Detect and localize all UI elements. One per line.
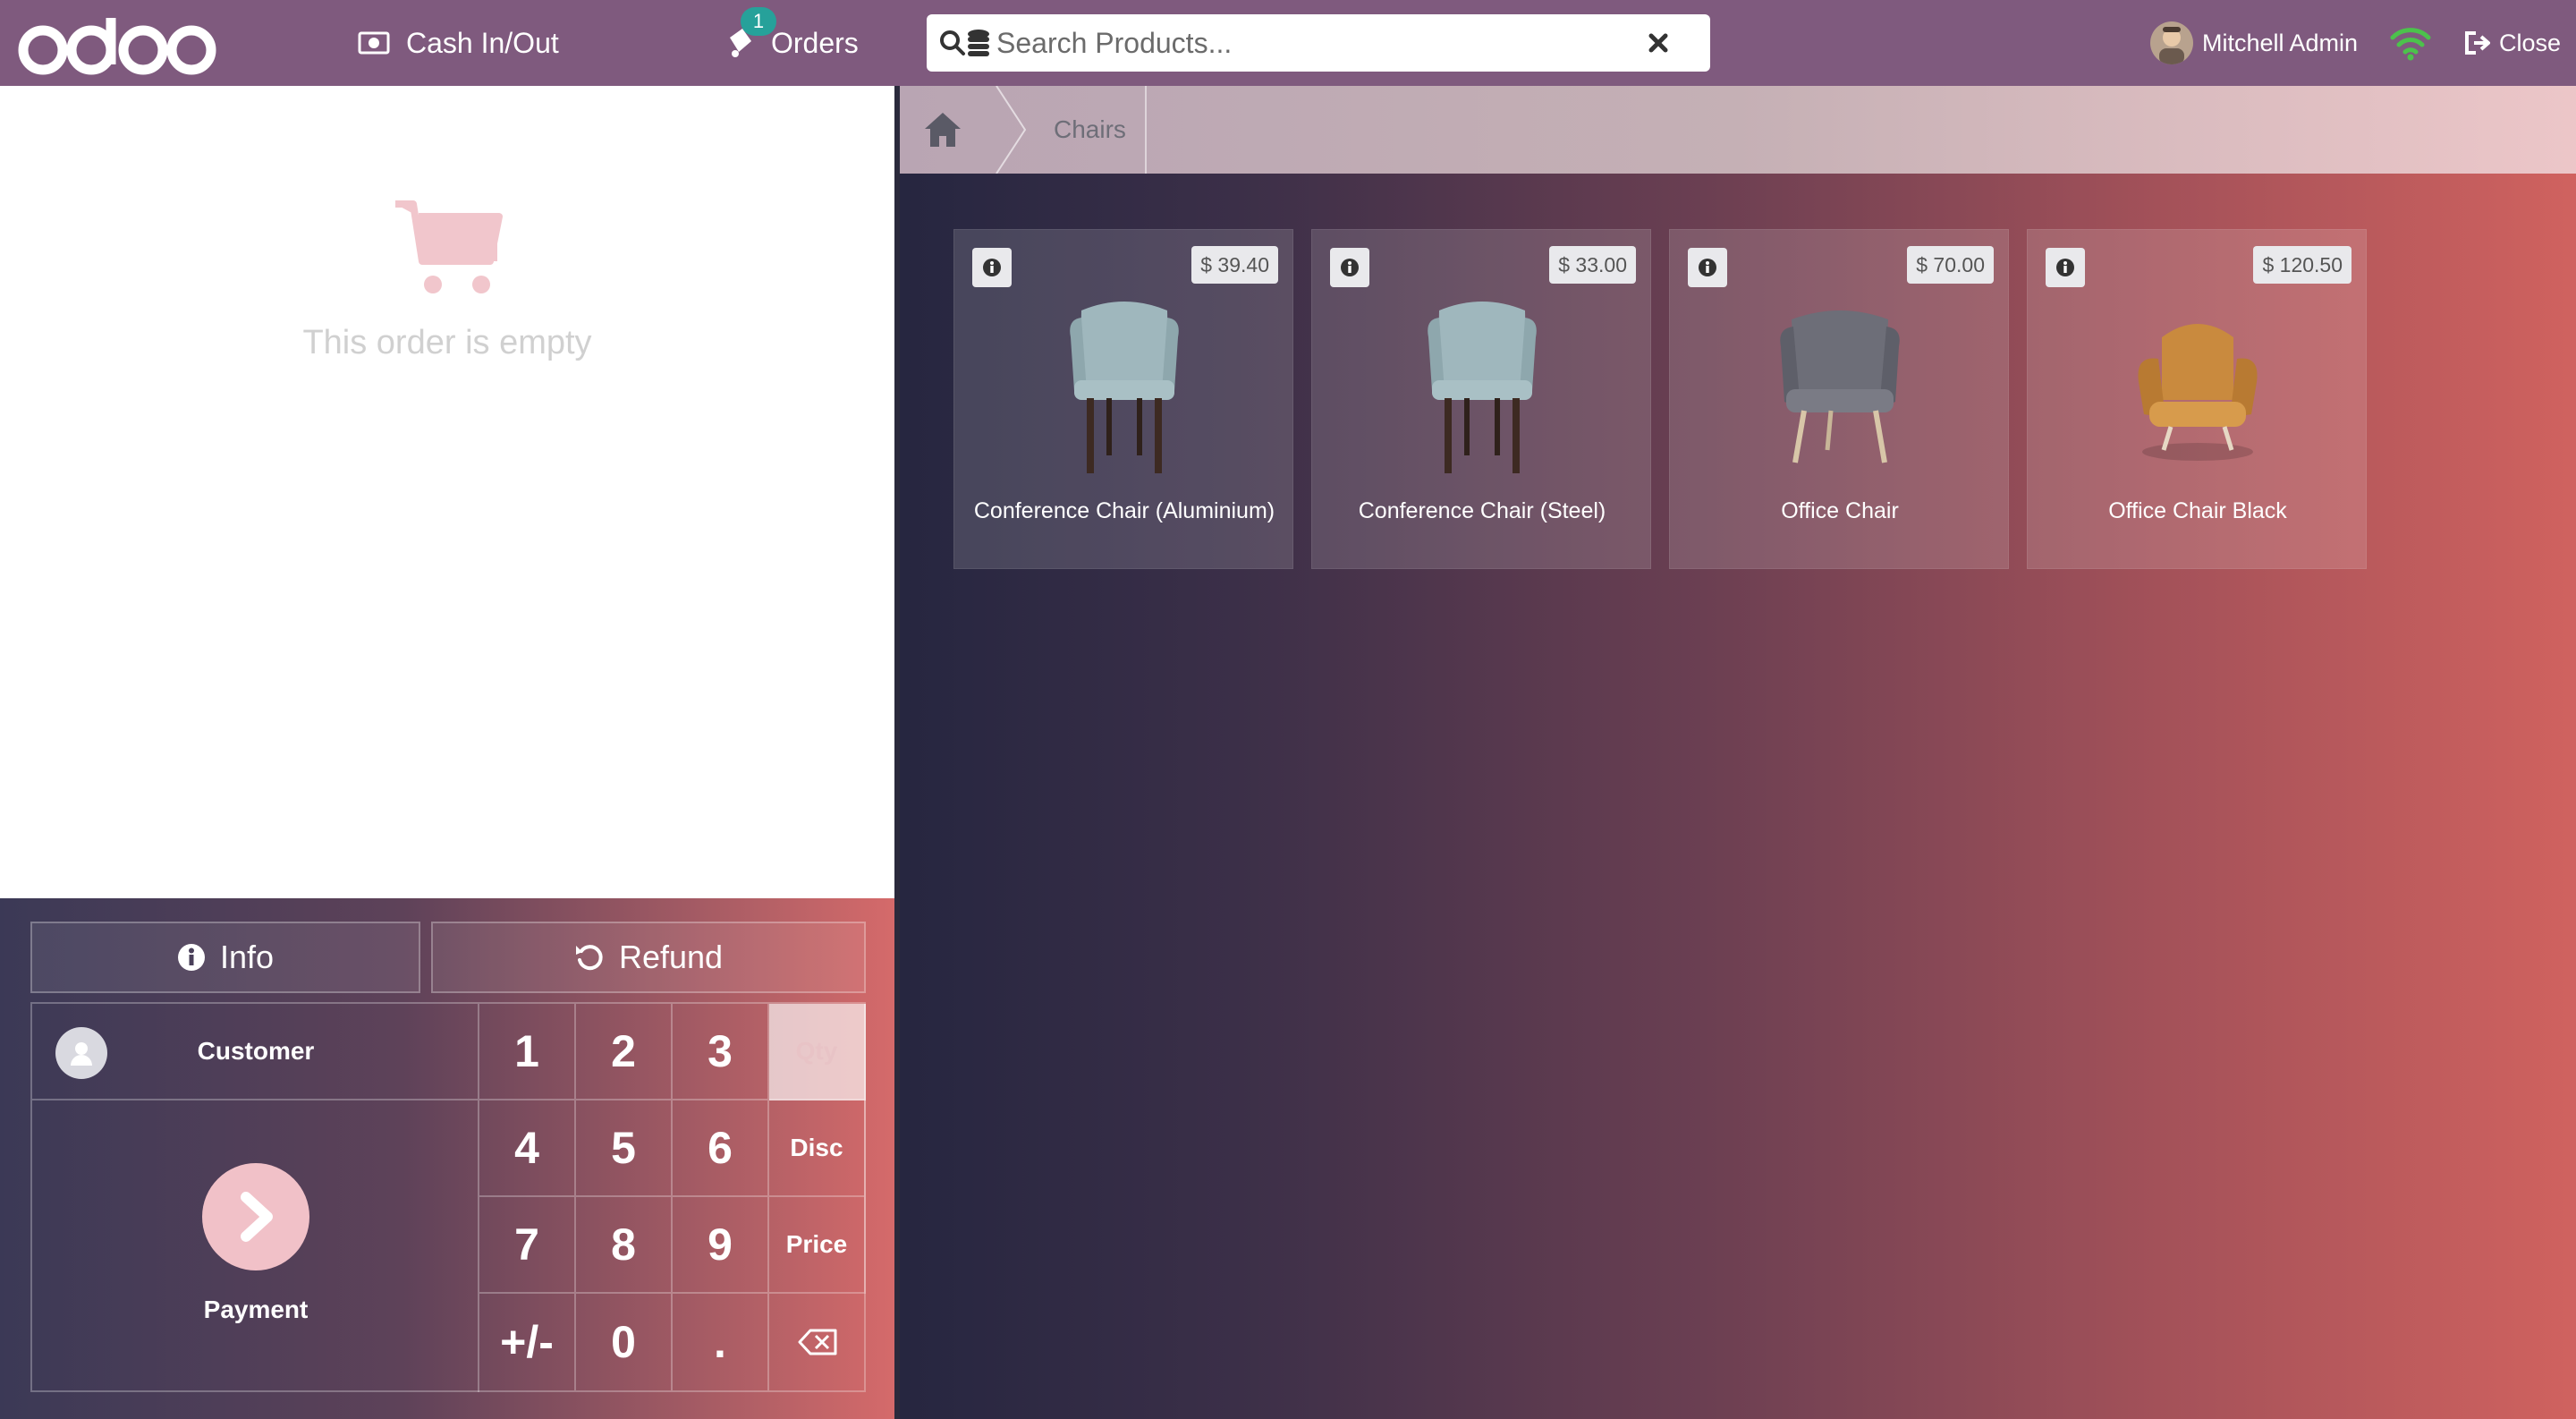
product-name: Conference Chair (Steel) <box>1358 498 1606 523</box>
orders-label: Orders <box>771 26 859 59</box>
wifi-icon[interactable] <box>2390 25 2431 61</box>
payment-label: Payment <box>203 1296 309 1323</box>
database-icon <box>968 30 989 56</box>
mode-price-button[interactable]: Price <box>769 1197 866 1294</box>
info-circle-icon <box>177 944 205 971</box>
chair-image <box>1428 302 1537 473</box>
orders-button[interactable]: 1 Orders <box>724 0 859 86</box>
empty-order-message: This order is empty <box>302 324 592 361</box>
odoo-logo[interactable]: odoo <box>18 9 216 77</box>
ticket-icon: 1 <box>724 7 776 61</box>
top-navbar: odoo Cash In/Out 1 Orders <box>0 0 2576 86</box>
breadcrumb: Chairs <box>900 86 2576 174</box>
close-label: Close <box>2499 29 2562 56</box>
numpad-key-0[interactable]: 0 <box>576 1294 673 1390</box>
chair-image <box>1780 310 1900 463</box>
product-card[interactable]: $ 33.00 Conference Chair (Steel) <box>1311 229 1651 569</box>
mode-disc-button[interactable]: Disc <box>769 1100 866 1197</box>
orders-count-badge: 1 <box>741 7 776 36</box>
money-icon <box>358 31 390 55</box>
numpad-key-5[interactable]: 5 <box>576 1100 673 1197</box>
breadcrumb-divider <box>1145 86 1147 174</box>
search-icon <box>940 30 965 55</box>
numpad-key-1[interactable]: 1 <box>479 1004 576 1100</box>
customer-button[interactable]: Customer <box>32 1004 479 1100</box>
clear-search-icon[interactable] <box>1644 29 1673 57</box>
numpad-key-8[interactable]: 8 <box>576 1197 673 1294</box>
product-price: $ 70.00 <box>1907 246 1994 284</box>
search-input[interactable] <box>996 26 1640 60</box>
breadcrumb-category[interactable]: Chairs <box>1054 86 1126 174</box>
shopping-cart-icon <box>395 200 503 293</box>
order-pane: This order is empty Info Refund Customer… <box>0 86 894 1419</box>
info-button[interactable]: Info <box>30 922 420 993</box>
customer-label: Customer <box>197 1037 315 1065</box>
chevron-right-icon <box>202 1163 309 1270</box>
numpad-key-4[interactable]: 4 <box>479 1100 576 1197</box>
products-pane: Chairs $ 39.40 Conference Chair (Alumini… <box>900 86 2576 1419</box>
user-avatar <box>2150 21 2193 64</box>
product-price: $ 33.00 <box>1549 246 1636 284</box>
breadcrumb-separator-icon <box>996 86 1027 174</box>
refund-label: Refund <box>618 939 724 975</box>
order-lines: This order is empty <box>0 86 894 898</box>
refund-button[interactable]: Refund <box>431 922 866 993</box>
product-name: Office Chair Black <box>2108 498 2287 523</box>
product-name: Office Chair <box>1781 498 1899 523</box>
numpad-key-plus-minus[interactable]: +/- <box>479 1294 576 1390</box>
cash-in-out-label: Cash In/Out <box>406 26 559 59</box>
numpad-key-decimal[interactable]: . <box>673 1294 769 1390</box>
product-price: $ 120.50 <box>2253 246 2351 284</box>
product-card[interactable]: $ 120.50 Office Chair Black <box>2027 229 2367 569</box>
backspace-icon <box>798 1329 837 1355</box>
search-bar <box>927 14 1710 72</box>
home-icon[interactable] <box>921 109 964 150</box>
control-panel: Info Refund Customer Payment 1 2 3 Qty 4… <box>0 898 894 1419</box>
product-card[interactable]: $ 70.00 Office Chair <box>1669 229 2009 569</box>
user-name: Mitchell Admin <box>2202 29 2359 56</box>
info-icon[interactable] <box>1688 248 1727 287</box>
backspace-button[interactable] <box>769 1294 866 1390</box>
numpad-key-6[interactable]: 6 <box>673 1100 769 1197</box>
numpad-key-9[interactable]: 9 <box>673 1197 769 1294</box>
payment-button[interactable]: Payment <box>32 1100 479 1392</box>
product-card[interactable]: $ 39.40 Conference Chair (Aluminium) <box>953 229 1293 569</box>
mode-qty-button[interactable]: Qty <box>769 1004 866 1100</box>
user-menu[interactable]: Mitchell Admin <box>2150 20 2358 66</box>
sign-out-icon <box>2465 31 2490 55</box>
chair-image <box>1070 302 1179 473</box>
info-label: Info <box>219 939 275 975</box>
info-icon[interactable] <box>972 248 1012 287</box>
numpad-area: Customer Payment 1 2 3 Qty 4 5 6 Disc 7 … <box>30 1002 866 1392</box>
numpad-key-2[interactable]: 2 <box>576 1004 673 1100</box>
undo-icon <box>575 945 603 971</box>
close-button[interactable]: Close <box>2463 20 2561 66</box>
info-icon[interactable] <box>2046 248 2085 287</box>
numpad-key-7[interactable]: 7 <box>479 1197 576 1294</box>
cash-in-out-button[interactable]: Cash In/Out <box>358 0 559 86</box>
product-name: Conference Chair (Aluminium) <box>973 498 1275 523</box>
numpad-key-3[interactable]: 3 <box>673 1004 769 1100</box>
chair-image <box>2138 324 2258 461</box>
product-price: $ 39.40 <box>1191 246 1278 284</box>
info-icon[interactable] <box>1330 248 1369 287</box>
